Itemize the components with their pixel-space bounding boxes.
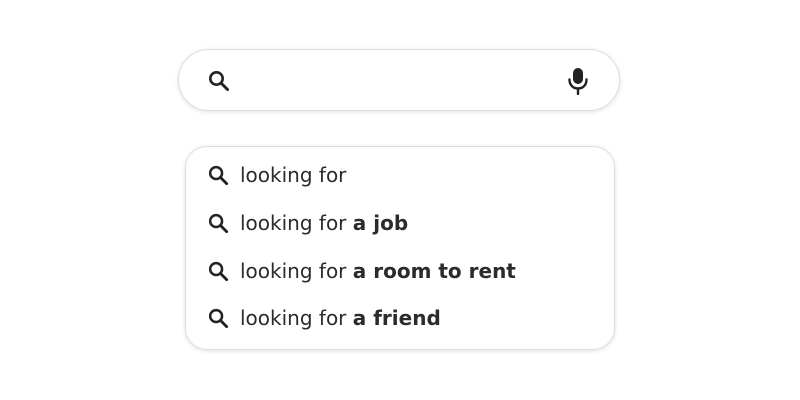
suggestion-prefix: looking for [240,259,347,283]
suggestion-text: looking for a room to rent [240,258,516,284]
search-input[interactable] [247,64,551,98]
suggestion-item[interactable]: looking for a friend [186,298,614,338]
suggestion-item[interactable]: looking for [186,155,614,195]
suggestion-prefix: looking for [240,163,347,187]
search-icon [207,307,230,330]
suggestion-prefix: looking for [240,306,347,330]
microphone-icon[interactable] [567,67,589,96]
suggestion-item[interactable]: looking for a room to rent [186,251,614,291]
search-icon [207,260,230,283]
suggestion-item[interactable]: looking for a job [186,203,614,243]
suggestion-text: looking for a friend [240,305,441,331]
suggestion-prefix: looking for [240,211,347,235]
search-bar[interactable] [178,49,620,111]
search-icon[interactable] [207,69,231,93]
suggestion-completion: a friend [352,306,441,330]
search-icon [207,212,230,235]
suggestion-completion: a room to rent [352,259,516,283]
search-page: looking for looking for a job looking fo… [0,0,800,400]
suggestions-dropdown: looking for looking for a job looking fo… [185,146,615,350]
suggestion-text: looking for a job [240,210,408,236]
search-icon [207,164,230,187]
suggestion-text: looking for [240,162,346,188]
suggestion-completion: a job [352,211,409,235]
